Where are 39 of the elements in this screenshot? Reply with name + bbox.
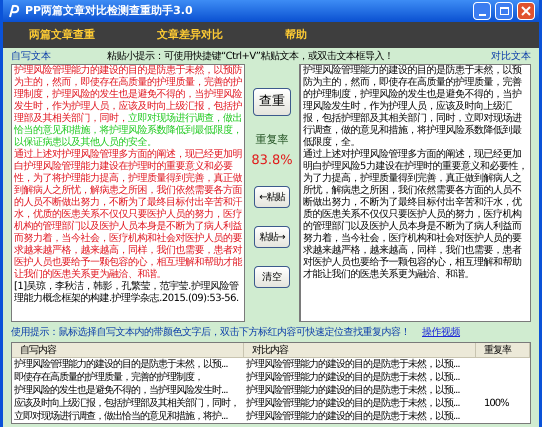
menu-item[interactable]: 文章差异对比 xyxy=(149,26,259,44)
menu-item[interactable]: 两篇文章查重 xyxy=(21,26,131,44)
table-cell-text: 护理风险管理能力的建设的目的是防患于未然，以预... xyxy=(245,384,461,397)
text-passage: 通过上述对护理风险管理多方面的阐述，现已经更加明白护理风险管理能力建设在护理时的重要意义和必要性，为了将护理能力提高，护理质量得到完善，真正做到解病人之所忧，解病患之所困，我们依然需要各方面的人员不断做出努力，不断为了最终目标付出辛苦和汗水，优质的医患关系不仅仅只要医护人员的努力，医疗机构的管理部门以及医护人员本身是不断为了病人利益而努力着，当今社会，医疗机构和社会对医护人员的要求越来越严格，越来越高，同样，我们也需要，患者对医护人员也要给予一颗包容的心，相互理解和帮助才能让我们的医患关系更为融洽、和谐。 xyxy=(14,149,242,280)
close-button[interactable] xyxy=(517,2,535,20)
table-cell-text: 100% xyxy=(483,397,510,410)
minimize-button[interactable] xyxy=(473,2,491,20)
column-header[interactable]: 对比内容 xyxy=(244,343,476,357)
column-header[interactable]: 自写内容 xyxy=(12,343,244,357)
close-icon xyxy=(521,6,531,16)
compare-text-label: 对比文本 xyxy=(490,50,531,64)
check-button[interactable]: 查重 xyxy=(253,88,291,116)
app-logo-icon xyxy=(7,4,21,18)
table-cell-text: 护理风险管理能力的建设的目的是防患于未然，以预... xyxy=(245,371,461,384)
text-passage: [1]吴琼，李秋洁，韩影，孔繁莹，范宇莹.护理风险管理能力概念框架的构建.护理学杂志.2015.(09):53-56. xyxy=(14,281,240,305)
table-cell-text: 护理风险的发生也是避免不得的，当护理风险发生时... xyxy=(13,384,229,397)
paste-left-button[interactable]: ←粘贴 xyxy=(254,186,290,208)
table-cell-text: 护理风险管理能力的建设的目的是防患于未然，以预... xyxy=(13,358,229,371)
column-header[interactable]: 重复率 xyxy=(476,343,530,357)
rate-value: 83.8% xyxy=(251,152,293,170)
paste-right-button[interactable]: 粘贴→ xyxy=(254,226,290,248)
compare-text-area[interactable] xyxy=(299,64,531,322)
window-title: PP两篇文章对比检测查重助手3.0 xyxy=(25,2,194,19)
menu-item[interactable]: 帮助 xyxy=(277,26,387,44)
self-text-label: 自写文本 xyxy=(11,50,52,64)
table-cell-text: 应该及时向上级汇报，包括护理部及其相关部门，同时， xyxy=(13,397,240,410)
table-cell-text: 护理风险管理能力的建设的目的是防患于未然，以预... xyxy=(245,397,461,410)
paste-tip: 粘贴小提示：可使用快捷键“Ctrl+V”粘贴文本，或双击文本框导入！ xyxy=(107,50,394,64)
usage-tip: 使用提示：鼠标选择自写文本内的带颜色文字后，双击下方标红内容可快速定位查找重复内容！ xyxy=(11,326,410,340)
self-text-area[interactable] xyxy=(11,64,245,322)
table-cell-text: 护理风险管理能力的建设的目的是防患于未然，以预... xyxy=(245,410,461,423)
video-link[interactable]: 操作视频 xyxy=(422,324,460,340)
table-cell-text: 即使存在高质量的护理质量，完善的护理制度， xyxy=(13,371,204,384)
clear-button[interactable]: 清空 xyxy=(254,266,290,288)
text-passage: 通过上述对护理风险管理多方面的阐述，现已经更加明白护理风险5力建设在护理时的重要意义和必要性，为了力提高，护理质量得到完善，真正做到解病人之所忧，解病患之所困，我们依然需要各方面的人员不断做出努力，不断为了最终目标付出辛苦和汗水，优质的医患关系不仅仅只要医护人员的努力，医疗机构的管理部门以及医护人员本身是不断为了病人利益而努力着，当今社会，医疗机构和社会对医护人员的要求越来越严格，越来越高，同样，我们也需要，患者对医护人员也要给予一颗包容的心，相互理解和帮助才能让我们的医患关系更为融洽、和谐。 xyxy=(303,149,528,281)
maximize-button[interactable] xyxy=(495,2,513,20)
table-cell-text: 护理风险管理能力的建设的目的是防患于未然，以预... xyxy=(245,358,461,371)
table-cell-text: 立即对现场进行调查，做出恰当的意见和措施，将护... xyxy=(13,410,229,423)
rate-label: 重复率 xyxy=(256,132,288,148)
